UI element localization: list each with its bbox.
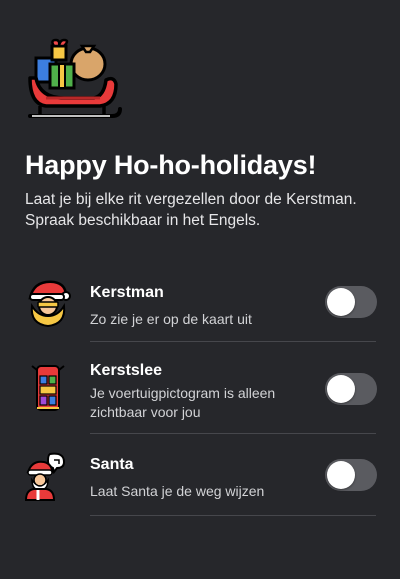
- toggle-knob: [327, 461, 355, 489]
- toggle-knob: [327, 288, 355, 316]
- option-name: Kerstslee: [90, 362, 163, 379]
- option-description: Je voertuigpictogram is alleen zichtbaar…: [90, 385, 276, 420]
- kerstslee-toggle[interactable]: [325, 373, 377, 405]
- page-subtitle: Laat je bij elke rit vergezellen door de…: [25, 191, 357, 229]
- sleigh-with-gifts-icon: [28, 38, 122, 118]
- kerstman-toggle[interactable]: [325, 286, 377, 318]
- divider: [90, 515, 376, 516]
- list-item-santa[interactable]: Santa Laat Santa je de weg wijzen: [0, 434, 400, 516]
- toggle-knob: [327, 375, 355, 403]
- list-item-kerstman[interactable]: Kerstman Zo zie je er op de kaart uit: [0, 256, 400, 342]
- page-title: Happy Ho-ho-holidays!: [25, 150, 317, 180]
- option-name: Kerstman: [90, 284, 164, 301]
- option-description: Laat Santa je de weg wijzen: [90, 483, 265, 499]
- list-item-kerstslee[interactable]: Kerstslee Je voertuigpictogram is alleen…: [0, 342, 400, 434]
- sleigh-vehicle-icon: [31, 365, 65, 411]
- option-name: Santa: [90, 456, 134, 473]
- santa-speech-icon: [24, 452, 66, 501]
- santa-toggle[interactable]: [325, 459, 377, 491]
- santa-face-icon: [28, 280, 71, 328]
- option-description: Zo zie je er op de kaart uit: [90, 311, 252, 327]
- options-list: Kerstman Zo zie je er op de kaart uit Ke…: [0, 256, 400, 516]
